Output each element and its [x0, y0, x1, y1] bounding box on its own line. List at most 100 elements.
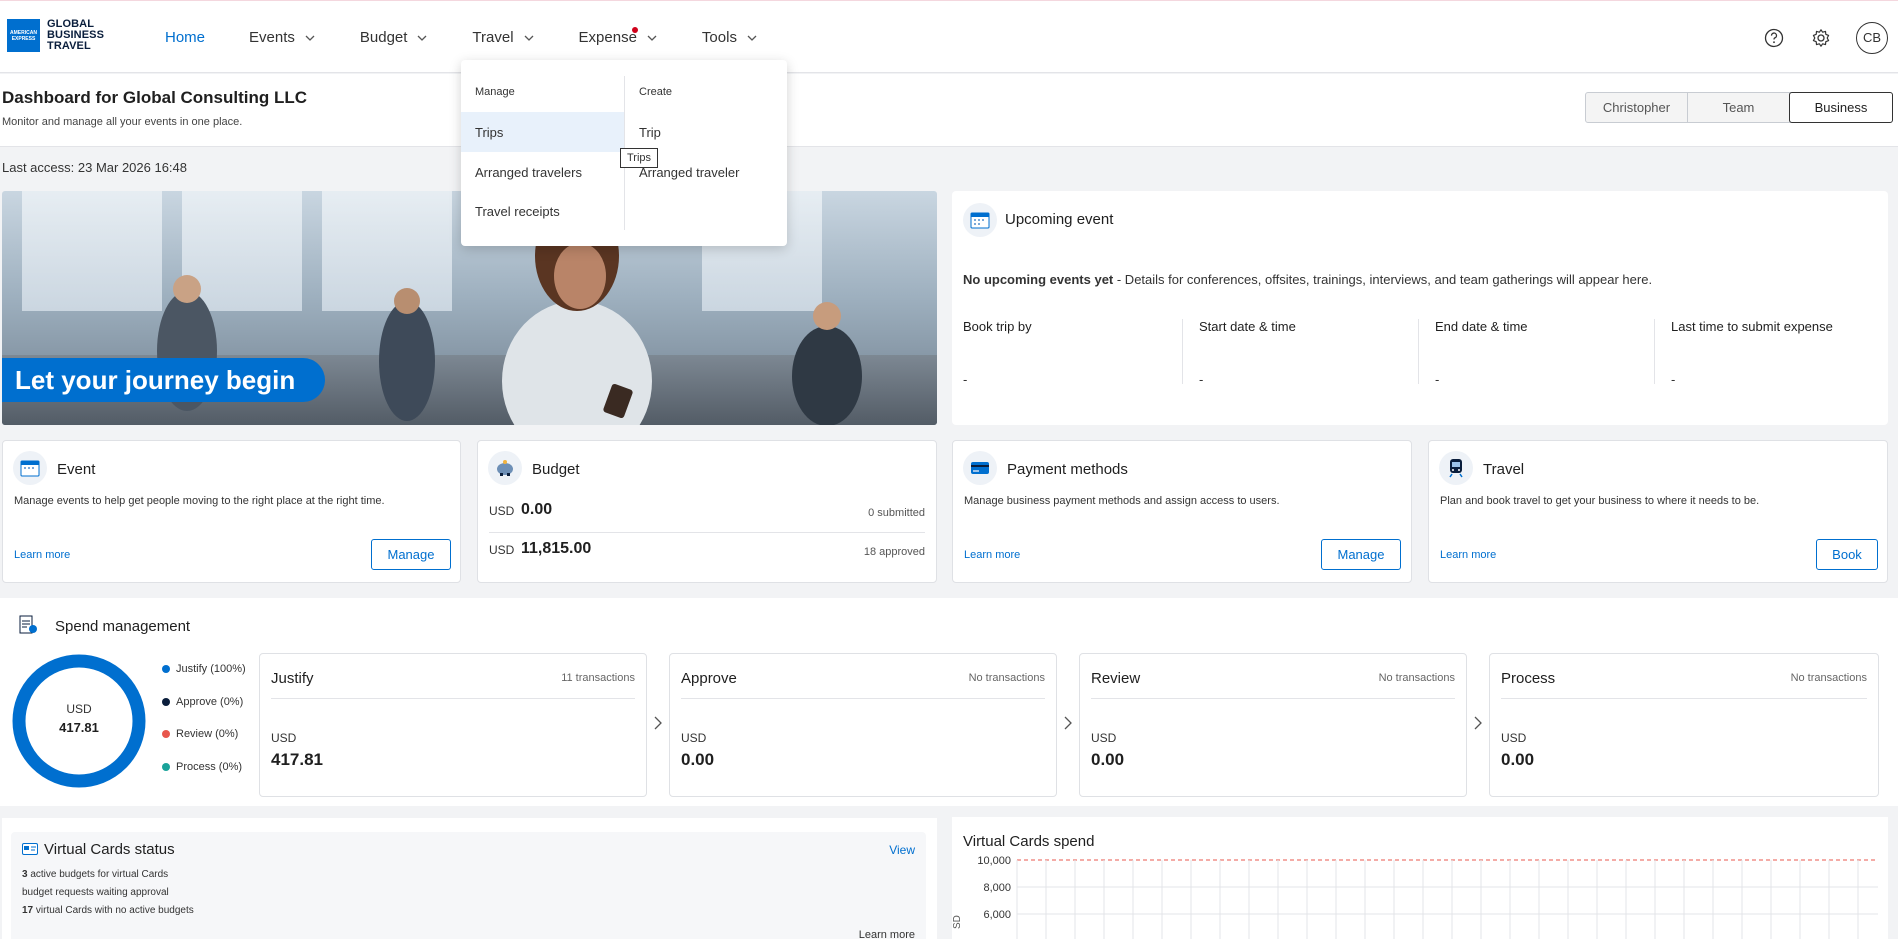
amex-gbt-logo[interactable]: AMERICAN EXPRESS GLOBAL BUSINESS TRAVEL	[7, 19, 104, 52]
y-tick-label: 6,000	[983, 909, 1011, 921]
vc-learn-more-link[interactable]: Learn more	[859, 929, 915, 939]
notification-dot	[631, 27, 638, 33]
legend-swatch	[162, 698, 170, 706]
budget-card-title: Budget	[532, 461, 580, 478]
stage-justify[interactable]: Justify 11 transactions USD 417.81	[259, 653, 647, 797]
nav-travel[interactable]: Travel	[472, 29, 534, 46]
payment-manage-button[interactable]: Manage	[1321, 539, 1401, 570]
upcoming-col-end: End date & time -	[1435, 319, 1655, 387]
stage-title: Justify	[271, 670, 314, 687]
hero-tagline: Let your journey begin	[2, 358, 326, 402]
stage-currency: USD	[1501, 731, 1527, 745]
scope-option-team[interactable]: Team	[1688, 93, 1790, 122]
payment-learn-more-link[interactable]: Learn more	[964, 549, 1020, 561]
legend-review: Review (0%)	[162, 728, 238, 740]
gear-icon	[1812, 28, 1830, 47]
menu-item-travel-receipts[interactable]: Travel receipts	[461, 191, 624, 231]
upcoming-empty-rest: - Details for conferences, offsites, tra…	[1113, 272, 1653, 287]
upcoming-col-value: -	[1199, 372, 1204, 387]
budget-submitted-note: 0 submitted	[868, 507, 925, 519]
stage-title: Review	[1091, 670, 1141, 687]
event-learn-more-link[interactable]: Learn more	[14, 549, 70, 561]
event-manage-button[interactable]: Manage	[371, 539, 451, 570]
stage-title: Approve	[681, 670, 737, 687]
stage-review[interactable]: Review No transactions USD 0.00	[1079, 653, 1467, 797]
stage-amount: 417.81	[271, 750, 323, 769]
scope-option-christopher[interactable]: Christopher	[1586, 93, 1688, 122]
amex-logo-mark: AMERICAN EXPRESS	[7, 19, 40, 52]
vc-requests-waiting: budget requests waiting approval	[22, 887, 169, 898]
event-card: Event Manage events to help get people m…	[2, 440, 461, 583]
nav-budget[interactable]: Budget	[360, 29, 429, 46]
chevron-down-icon	[647, 35, 657, 41]
virtual-cards-spend-panel: Virtual Cards spend SD 10,000 8,000 6,000	[952, 817, 1888, 939]
nav-home[interactable]: Home	[165, 29, 205, 46]
stage-count: No transactions	[968, 672, 1045, 684]
chevron-down-icon	[305, 35, 315, 41]
payment-card-desc: Manage business payment methods and assi…	[964, 495, 1280, 507]
legend-swatch	[162, 665, 170, 673]
scope-toggle: Christopher Team Business	[1585, 92, 1893, 123]
header-actions: CB	[1762, 1, 1898, 74]
budget-row1-currency: USD	[489, 504, 515, 518]
menu-item-create-trip[interactable]: Trip	[625, 112, 787, 152]
vc-active-budgets: 3 active budgets for virtual Cards	[22, 869, 169, 880]
nav-events[interactable]: Events	[249, 29, 316, 46]
vc-status-title: Virtual Cards status	[44, 841, 175, 858]
budget-approved-note: 18 approved	[863, 546, 925, 558]
payment-card-title: Payment methods	[1007, 461, 1128, 478]
budget-divider	[489, 532, 925, 533]
event-card-desc: Manage events to help get people moving …	[14, 495, 385, 507]
nav-expense[interactable]: Expense	[578, 27, 658, 46]
stage-approve[interactable]: Approve No transactions USD 0.00	[669, 653, 1057, 797]
nav-events-label: Events	[249, 29, 295, 46]
last-access-text: Last access: 23 Mar 2026 16:48	[2, 160, 188, 175]
vc-spend-gridlines	[1016, 859, 1878, 939]
question-circle-icon	[1764, 28, 1784, 47]
nav-expense-label: Expense	[578, 29, 637, 46]
stage-title: Process	[1501, 670, 1556, 687]
legend-label: Justify (100%)	[176, 663, 246, 675]
legend-label: Process (0%)	[176, 761, 243, 773]
chevron-right-icon	[1064, 716, 1072, 730]
stage-amount: 0.00	[681, 750, 715, 769]
receipt-icon	[11, 608, 45, 642]
legend-swatch	[162, 730, 170, 738]
chevron-down-icon	[417, 35, 427, 41]
calendar-icon	[13, 451, 47, 485]
spend-management-title: Spend management	[55, 618, 191, 635]
legend-label: Approve (0%)	[176, 696, 244, 708]
travel-learn-more-link[interactable]: Learn more	[1440, 549, 1496, 561]
budget-row2-currency: USD	[489, 543, 515, 557]
user-avatar[interactable]: CB	[1856, 21, 1888, 54]
stage-process[interactable]: Process No transactions USD 0.00	[1489, 653, 1879, 797]
chevron-right-icon	[654, 716, 662, 730]
nav-tools[interactable]: Tools	[702, 29, 758, 46]
upcoming-col-label: Last time to submit expense	[1671, 319, 1833, 334]
stage-count: No transactions	[1378, 672, 1455, 684]
vc-status-view-link[interactable]: View	[889, 843, 915, 857]
event-card-title: Event	[57, 461, 96, 478]
upcoming-col-label: End date & time	[1435, 319, 1528, 334]
travel-book-button[interactable]: Book	[1816, 539, 1878, 570]
stage-count: No transactions	[1790, 672, 1867, 684]
menu-item-trips[interactable]: Trips	[461, 112, 624, 152]
logo-line-3: TRAVEL	[47, 40, 91, 52]
nav-travel-label: Travel	[472, 29, 514, 46]
chevron-down-icon	[747, 35, 757, 41]
settings-button[interactable]	[1809, 26, 1833, 50]
travel-card-desc: Plan and book travel to get your busines…	[1440, 495, 1760, 507]
upcoming-col-label: Start date & time	[1199, 319, 1296, 334]
stage-currency: USD	[1091, 731, 1117, 745]
chevron-right-icon	[1474, 716, 1482, 730]
legend-process: Process (0%)	[162, 761, 242, 773]
upcoming-col-value: -	[1435, 372, 1440, 387]
upcoming-col-value: -	[963, 372, 968, 387]
scope-option-business[interactable]: Business	[1789, 92, 1893, 123]
y-tick-label: 10,000	[977, 855, 1011, 867]
payment-methods-card: Payment methods Manage business payment …	[952, 440, 1412, 583]
help-button[interactable]	[1762, 26, 1786, 50]
menu-section-create: Create	[639, 86, 673, 98]
menu-item-arranged-travelers[interactable]: Arranged travelers	[461, 152, 624, 192]
stage-currency: USD	[271, 731, 297, 745]
